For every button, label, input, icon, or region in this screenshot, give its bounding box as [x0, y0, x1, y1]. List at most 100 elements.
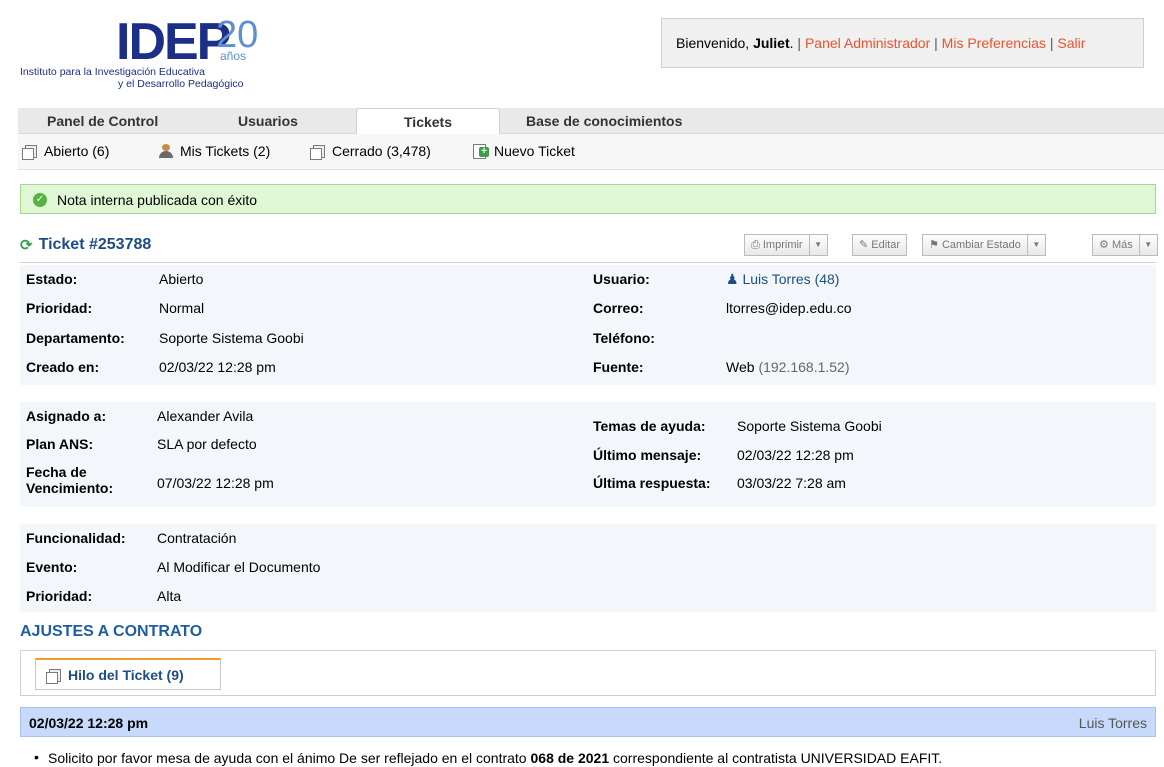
user-ticket-count[interactable]: (48) — [815, 271, 840, 287]
thread-entry-body: • Solicito por favor mesa de ayuda con e… — [20, 738, 1156, 767]
status-label: Estado: — [26, 271, 78, 287]
subnav-closed-label: Cerrado (3,478) — [332, 143, 431, 159]
more-button-group: ⚙ Más ▼ — [1092, 234, 1158, 256]
success-notice: ✓ Nota interna publicada con éxito — [20, 184, 1156, 214]
change-status-button[interactable]: ⚑ Cambiar Estado — [922, 234, 1028, 256]
assigned-label: Asignado a: — [26, 408, 107, 424]
edit-button[interactable]: ✎ Editar — [852, 234, 908, 256]
assigned-value: Alexander Avila — [157, 408, 254, 424]
tab-usuarios[interactable]: Usuarios — [238, 108, 298, 134]
refresh-icon[interactable]: ⟳ — [20, 236, 33, 254]
priority-value: Normal — [159, 300, 205, 316]
due-date-value: 07/03/22 12:28 pm — [157, 475, 274, 491]
ticket-info-block: Estado: Abierto Prioridad: Normal Depart… — [20, 265, 1156, 385]
custom-priority-label: Prioridad: — [26, 588, 93, 604]
header: IDEP 20 años Instituto para la Investiga… — [18, 10, 1164, 106]
tab-tickets[interactable]: Tickets — [356, 108, 500, 135]
source-type: Web — [726, 359, 755, 375]
sla-value: SLA por defecto — [157, 436, 257, 452]
idep-logo[interactable]: IDEP 20 años Instituto para la Investiga… — [18, 10, 263, 94]
subnav-my-tickets-label: Mis Tickets (2) — [180, 143, 271, 159]
entry-author: Luis Torres — [1078, 715, 1147, 731]
last-message-value: 02/03/22 12:28 pm — [737, 447, 854, 463]
ticket-number[interactable]: Ticket #253788 — [39, 236, 152, 254]
last-message-label: Último mensaje: — [593, 447, 702, 463]
subnav-my-tickets[interactable]: Mis Tickets (2) — [158, 143, 270, 159]
logout-link[interactable]: Salir — [1057, 35, 1085, 51]
edit-button-group: ✎ Editar — [852, 234, 908, 256]
preferences-link[interactable]: Mis Preferencias — [942, 35, 1046, 51]
functionality-value: Contratación — [157, 530, 237, 546]
ticket-title: ⟳ Ticket #253788 — [20, 236, 151, 254]
due-date-label: Fecha de Vencimiento: — [26, 464, 114, 496]
user-name-link[interactable]: Luis Torres — [742, 271, 810, 287]
more-button[interactable]: ⚙ Más — [1092, 234, 1140, 256]
chevron-down-icon: ▼ — [1032, 240, 1041, 249]
user-value: ♟ Luis Torres (48) — [726, 271, 839, 288]
thread-tabs: Hilo del Ticket (9) — [20, 650, 1156, 696]
print-button-group: ⎙ Imprimir ▼ — [744, 234, 828, 256]
last-response-value: 03/03/22 7:28 am — [737, 475, 846, 491]
ticket-subject: AJUSTES A CONTRATO — [20, 623, 203, 640]
welcome-text: Bienvenido, — [676, 35, 750, 51]
tickets-icon — [46, 668, 62, 684]
department-label: Departamento: — [26, 330, 125, 346]
change-status-dropdown-button[interactable]: ▼ — [1027, 234, 1046, 256]
sub-nav: Abierto (6) Mis Tickets (2) Cerrado (3,4… — [18, 134, 1164, 170]
department-value: Soporte Sistema Goobi — [159, 330, 304, 346]
subnav-closed-tickets[interactable]: Cerrado (3,478) — [310, 143, 431, 160]
notice-text: Nota interna publicada con éxito — [57, 192, 258, 208]
edit-icon: ✎ — [859, 239, 869, 251]
created-label: Creado en: — [26, 359, 100, 375]
print-button[interactable]: ⎙ Imprimir — [744, 234, 810, 256]
functionality-label: Funcionalidad: — [26, 530, 126, 546]
last-response-label: Última respuesta: — [593, 475, 711, 491]
user-icon — [158, 144, 174, 158]
help-topic-value: Soporte Sistema Goobi — [737, 418, 882, 434]
thread-entry-header: 02/03/22 12:28 pm Luis Torres — [20, 707, 1156, 737]
entry-text-end: correspondiente al contratista UNIVERSID… — [613, 750, 943, 766]
gear-icon: ⚙ — [1099, 239, 1109, 251]
subnav-open-tickets[interactable]: Abierto (6) — [22, 143, 110, 160]
priority-label: Prioridad: — [26, 300, 93, 316]
custom-fields-block: Funcionalidad: Contratación Evento: Al M… — [20, 524, 1156, 612]
logo-subtitle-line2: y el Desarrollo Pedagógico — [118, 78, 244, 90]
event-label: Evento: — [26, 559, 78, 575]
user-info-box: Bienvenido, Juliet. | Panel Administrado… — [661, 18, 1144, 68]
chevron-down-icon: ▼ — [814, 240, 823, 249]
created-value: 02/03/22 12:28 pm — [159, 359, 276, 375]
tab-base-de-conocimientos[interactable]: Base de conocimientos — [526, 108, 682, 134]
phone-label: Teléfono: — [593, 330, 655, 346]
entry-text-start: Solicito por favor mesa de ayuda con el … — [48, 750, 527, 766]
source-label: Fuente: — [593, 359, 644, 375]
user-label: Usuario: — [593, 271, 650, 287]
user-icon: ♟ — [726, 271, 739, 287]
help-topic-label: Temas de ayuda: — [593, 418, 706, 434]
source-value: Web (192.168.1.52) — [726, 359, 850, 375]
email-value: ltorres@idep.edu.co — [726, 300, 852, 316]
admin-panel-link[interactable]: Panel Administrador — [805, 35, 930, 51]
print-icon: ⎙ — [751, 239, 760, 251]
main-nav: Panel de Control Usuarios Tickets Base d… — [18, 108, 1164, 135]
tab-ticket-thread[interactable]: Hilo del Ticket (9) — [35, 658, 221, 690]
subnav-new-ticket[interactable]: Nuevo Ticket — [472, 143, 575, 159]
tab-panel-de-control[interactable]: Panel de Control — [47, 108, 158, 134]
logo-subtitle-line1: Instituto para la Investigación Educativ… — [20, 66, 206, 78]
entry-text-bold: 068 de 2021 — [530, 750, 610, 766]
thread-tab-label: Hilo del Ticket (9) — [68, 666, 184, 683]
print-dropdown-button[interactable]: ▼ — [809, 234, 828, 256]
flag-icon: ⚑ — [929, 239, 939, 251]
bullet: • — [34, 749, 39, 765]
logo-anniversary-word: años — [220, 49, 247, 63]
subnav-open-label: Abierto (6) — [44, 143, 110, 159]
new-ticket-icon — [472, 144, 489, 159]
sla-label: Plan ANS: — [26, 436, 94, 452]
entry-date: 02/03/22 12:28 pm — [29, 715, 149, 731]
logo-brand: IDEP — [116, 13, 231, 71]
user-name: Juliet — [753, 35, 790, 51]
tickets-icon — [22, 144, 38, 160]
email-label: Correo: — [593, 300, 644, 316]
custom-priority-value: Alta — [157, 588, 182, 604]
more-dropdown-button[interactable]: ▼ — [1139, 234, 1158, 256]
title-divider — [20, 262, 1156, 263]
